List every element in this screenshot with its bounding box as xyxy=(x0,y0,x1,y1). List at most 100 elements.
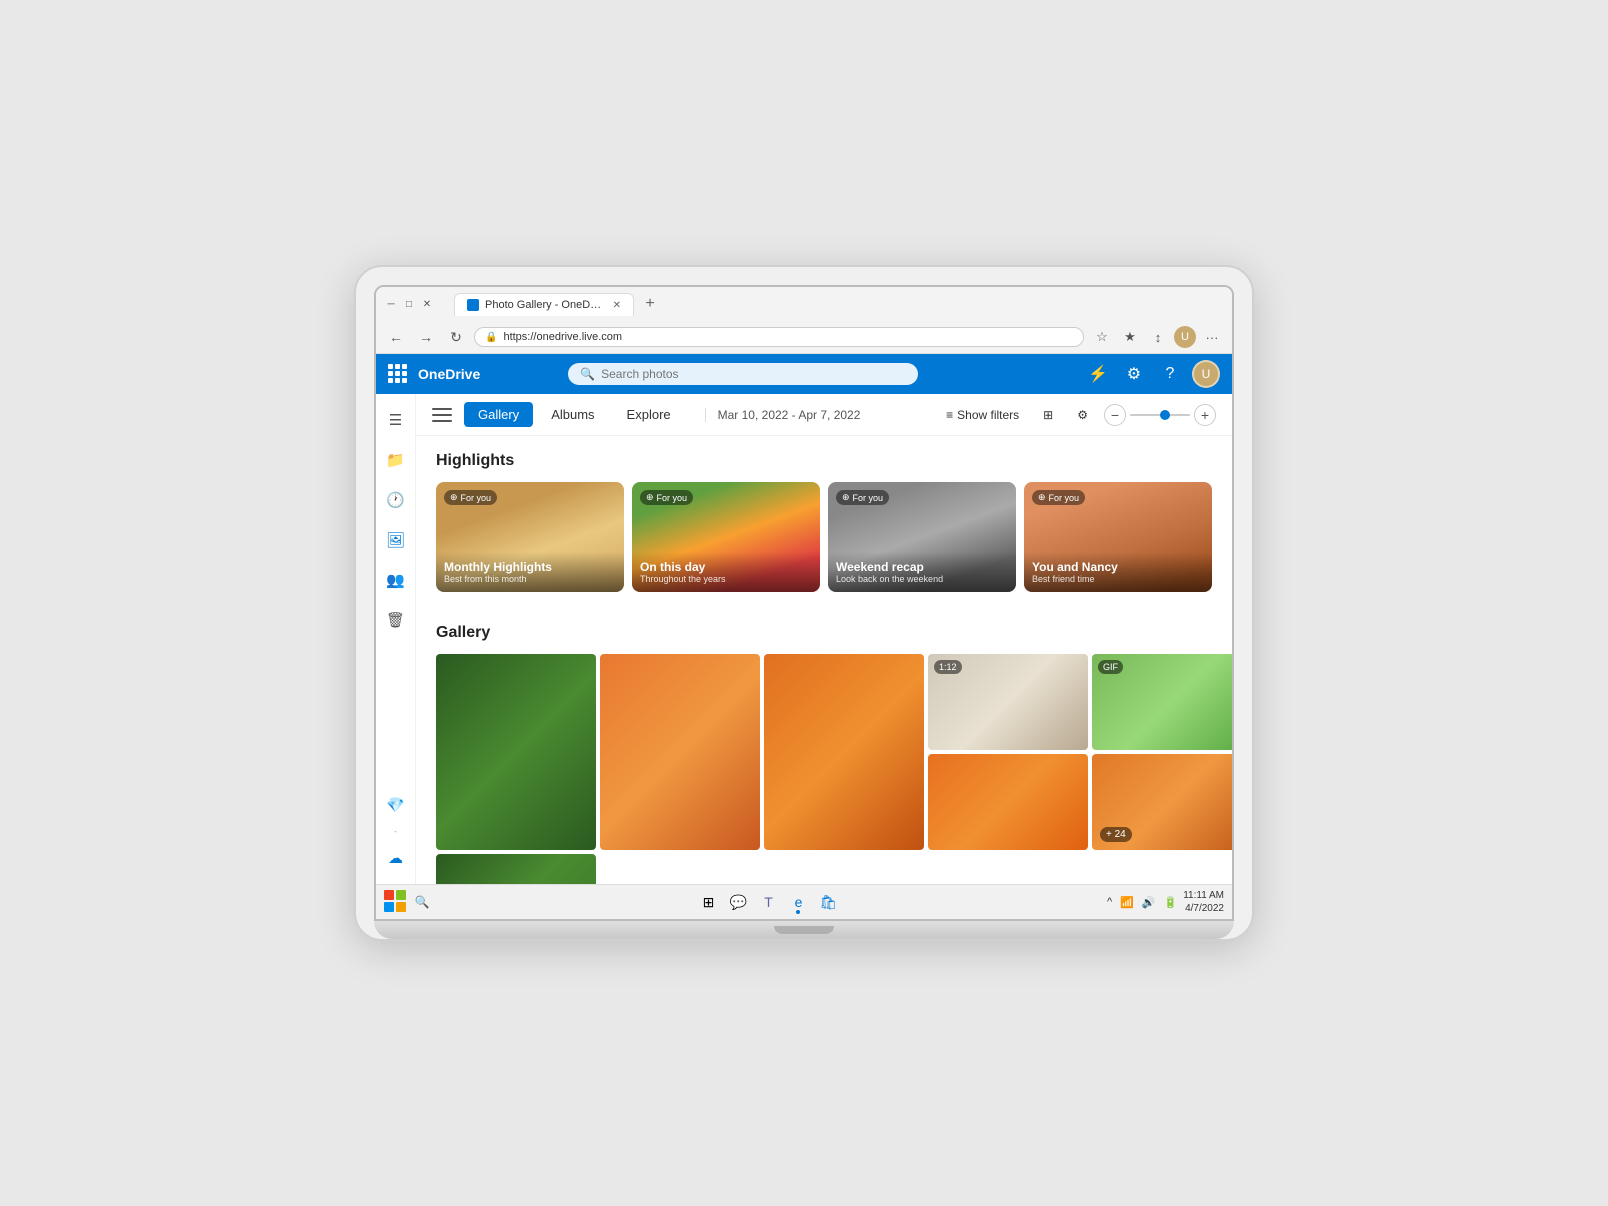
sidebar-item-menu[interactable]: ☰ xyxy=(378,402,414,438)
url-text: https://onedrive.live.com xyxy=(503,331,1073,343)
layout-toggle-button[interactable]: ⊞ xyxy=(1035,404,1061,426)
minimize-button[interactable]: ─ xyxy=(384,297,398,311)
tray-chevron[interactable]: ^ xyxy=(1105,896,1114,908)
show-filters-button[interactable]: ≡ Show filters xyxy=(938,404,1027,426)
gallery-item-family2[interactable] xyxy=(764,654,924,850)
start-button[interactable] xyxy=(384,890,408,914)
sidebar-item-photos[interactable]: 🖼 xyxy=(378,522,414,558)
zoom-out-button[interactable]: − xyxy=(1104,404,1126,426)
highlight-subtitle-1: Throughout the years xyxy=(640,574,812,584)
taskbar-item-store[interactable]: 🛍 xyxy=(814,888,842,916)
highlight-title-2: Weekend recap xyxy=(836,560,1008,574)
gallery-item-couple[interactable]: + 24 xyxy=(1092,754,1232,850)
search-input[interactable] xyxy=(601,367,906,381)
highlight-overlay-2: Weekend recap Look back on the weekend xyxy=(828,552,1016,592)
highlights-title: Highlights xyxy=(436,452,1212,470)
favorites-icon[interactable]: ☆ xyxy=(1090,325,1114,349)
search-icon: 🔍 xyxy=(580,367,595,381)
hamburger-menu[interactable] xyxy=(432,408,452,422)
gallery-item-cat[interactable]: 1:12 xyxy=(928,654,1088,750)
onedrive-logo: OneDrive xyxy=(418,366,480,382)
sidebar-item-sync[interactable]: ☁ xyxy=(378,840,414,876)
tab-explore[interactable]: Explore xyxy=(613,402,685,427)
foryou-icon-2: ⊕ xyxy=(842,492,850,503)
highlight-card-monthly[interactable]: ⊕ For you Monthly Highlights Best from t… xyxy=(436,482,624,592)
taskbar-tray: ^ 📶 🔊 🔋 11:11 AM 4/7/2022 xyxy=(1105,889,1224,915)
zoom-slider[interactable] xyxy=(1130,414,1190,416)
highlight-card-nancy[interactable]: ⊕ For you You and Nancy Best friend time xyxy=(1024,482,1212,592)
gallery-item-family1[interactable] xyxy=(600,654,760,850)
nav-bar: Gallery Albums Explore Mar 10, 2022 - Ap… xyxy=(416,394,1232,436)
sidebar-item-recent[interactable]: 🕐 xyxy=(378,482,414,518)
tab-gallery[interactable]: Gallery xyxy=(464,402,533,427)
search-bar[interactable]: 🔍 xyxy=(568,363,918,385)
tray-battery[interactable]: 🔋 xyxy=(1162,896,1180,909)
nav-tabs: Gallery Albums Explore xyxy=(464,402,685,427)
highlight-overlay-0: Monthly Highlights Best from this month xyxy=(436,552,624,592)
highlight-card-weekend[interactable]: ⊕ For you Weekend recap Look back on the… xyxy=(828,482,1016,592)
help-icon[interactable]: ? xyxy=(1156,360,1184,388)
highlight-subtitle-3: Best friend time xyxy=(1032,574,1204,584)
sidebar-item-recycle[interactable]: 🗑 xyxy=(378,602,414,638)
settings-gear-button[interactable]: ⚙ xyxy=(1069,404,1096,426)
zoom-in-button[interactable]: + xyxy=(1194,404,1216,426)
sidebar-item-shared[interactable]: 👥 xyxy=(378,562,414,598)
gallery-item-plant[interactable] xyxy=(436,654,596,850)
settings-icon[interactable]: ⚙ xyxy=(1120,360,1148,388)
highlight-overlay-1: On this day Throughout the years xyxy=(632,552,820,592)
taskbar-item-teams[interactable]: T xyxy=(754,888,782,916)
browser-menu-icon[interactable]: ··· xyxy=(1200,325,1224,349)
close-button[interactable]: ✕ xyxy=(420,297,434,311)
highlight-subtitle-0: Best from this month xyxy=(444,574,616,584)
highlight-tag-0: ⊕ For you xyxy=(444,490,497,505)
browser-tab-active[interactable]: Photo Gallery - OneDrive ✕ xyxy=(454,293,634,316)
highlight-title-1: On this day xyxy=(640,560,812,574)
tray-wifi[interactable]: 📶 xyxy=(1118,896,1136,909)
sidebar: ☰ 📁 🕐 🖼 👥 🗑 💎 - ☁ xyxy=(376,394,416,884)
taskbar-item-edge[interactable]: e xyxy=(784,888,812,916)
maximize-button[interactable]: □ xyxy=(402,297,416,311)
highlight-title-0: Monthly Highlights xyxy=(444,560,616,574)
sidebar-item-premium[interactable]: 💎 xyxy=(378,787,414,823)
tab-albums[interactable]: Albums xyxy=(537,402,608,427)
gallery-title: Gallery xyxy=(436,624,1212,642)
collections-icon[interactable]: ★ xyxy=(1118,325,1142,349)
tab-title: Photo Gallery - OneDrive xyxy=(485,299,603,311)
highlight-tag-2: ⊕ For you xyxy=(836,490,889,505)
refresh-button[interactable]: ↻ xyxy=(444,325,468,349)
highlight-subtitle-2: Look back on the weekend xyxy=(836,574,1008,584)
gallery-item-rollerblader[interactable]: GIF xyxy=(1092,654,1232,750)
zoom-thumb xyxy=(1160,410,1170,420)
user-avatar[interactable]: U xyxy=(1192,360,1220,388)
filter-icon: ≡ xyxy=(946,408,953,422)
date-range: Mar 10, 2022 - Apr 7, 2022 xyxy=(705,408,861,422)
system-clock[interactable]: 11:11 AM 4/7/2022 xyxy=(1183,889,1224,915)
taskbar-item-chat[interactable]: 💬 xyxy=(724,888,752,916)
nav-actions: ≡ Show filters ⊞ ⚙ − + xyxy=(938,404,1216,426)
photo-count-badge: + 24 xyxy=(1100,827,1132,842)
gif-badge: GIF xyxy=(1098,660,1123,674)
gallery-item-flowers[interactable] xyxy=(928,754,1088,850)
foryou-icon-0: ⊕ xyxy=(450,492,458,503)
taskbar-search-icon[interactable]: 🔍 xyxy=(412,892,432,912)
highlight-tag-3: ⊕ For you xyxy=(1032,490,1085,505)
highlight-card-onthisday[interactable]: ⊕ For you On this day Throughout the yea… xyxy=(632,482,820,592)
new-tab-button[interactable]: + xyxy=(638,292,662,316)
taskbar-item-widget[interactable]: ⊞ xyxy=(694,888,722,916)
sidebar-item-files[interactable]: 📁 xyxy=(378,442,414,478)
gallery-item-plant2[interactable] xyxy=(436,854,596,884)
highlight-title-3: You and Nancy xyxy=(1032,560,1204,574)
address-bar[interactable]: 🔒 https://onedrive.live.com xyxy=(474,327,1084,347)
app-launcher-icon[interactable] xyxy=(388,364,408,384)
sync-icon[interactable]: ⚡ xyxy=(1084,360,1112,388)
forward-button[interactable]: → xyxy=(414,325,438,349)
content-area: Gallery Albums Explore Mar 10, 2022 - Ap… xyxy=(416,394,1232,884)
tab-close-icon[interactable]: ✕ xyxy=(613,300,621,311)
foryou-icon-1: ⊕ xyxy=(646,492,654,503)
tray-volume[interactable]: 🔊 xyxy=(1140,896,1158,909)
show-filters-label: Show filters xyxy=(957,408,1019,422)
back-button[interactable]: ← xyxy=(384,325,408,349)
browser-user-avatar[interactable]: U xyxy=(1174,326,1196,348)
browser-sync-icon[interactable]: ↕ xyxy=(1146,325,1170,349)
taskbar: 🔍 ⊞ 💬 T e 🛍 ^ xyxy=(376,884,1232,919)
